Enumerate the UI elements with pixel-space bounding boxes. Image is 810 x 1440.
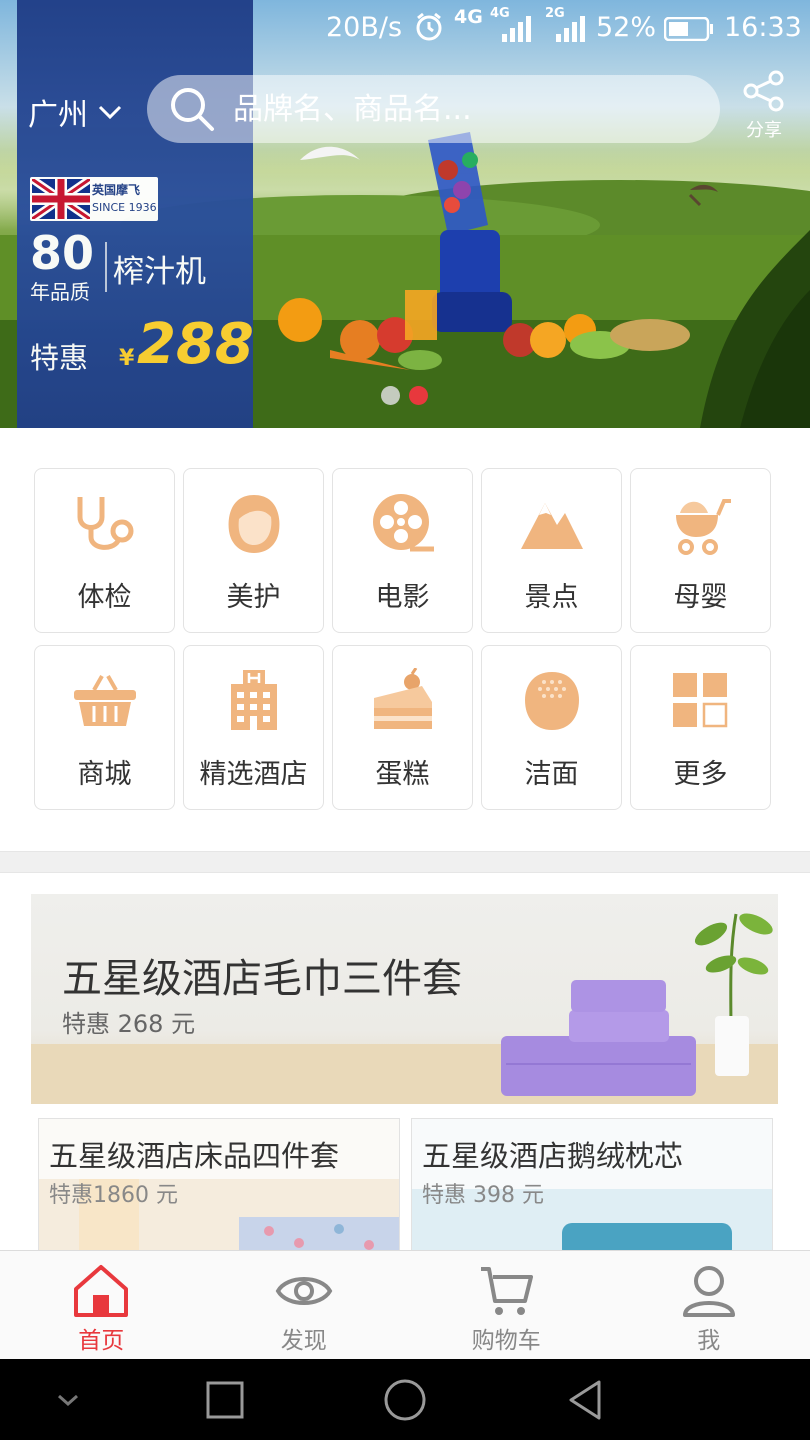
city-label: 广州 [28, 98, 88, 133]
category-jiemian[interactable]: 洁面 [481, 645, 622, 810]
category-meihu[interactable]: 美护 [183, 468, 324, 633]
category-tijian[interactable]: 体检 [34, 468, 175, 633]
uk-flag-icon [32, 179, 90, 219]
battery-icon [664, 17, 713, 41]
promo-product: 榨汁机 [113, 254, 206, 290]
category-label: 精选酒店 [199, 759, 308, 790]
promo-price-text: 特惠 268 元 [62, 1010, 196, 1038]
carousel-dots [381, 386, 428, 405]
brand-since: SINCE 1936 [92, 201, 157, 214]
tab-home[interactable]: 首页 [0, 1251, 203, 1359]
city-selector[interactable]: 广州 [28, 90, 122, 134]
promo-separator [105, 242, 107, 292]
category-dianying[interactable]: 电影 [332, 468, 473, 633]
system-nav-bar [0, 1359, 810, 1440]
share-icon [743, 70, 784, 112]
category-label: 美护 [226, 582, 281, 613]
promo-currency: ¥ [119, 346, 135, 371]
category-dangao[interactable]: 蛋糕 [332, 645, 473, 810]
chevron-down-icon [58, 1394, 78, 1406]
cake-icon [368, 666, 438, 736]
cleanser-icon [517, 666, 587, 736]
eye-icon [275, 1277, 333, 1305]
category-label: 商城 [77, 759, 132, 790]
promo-card-pillow[interactable]: 五星级酒店鹅绒枕芯 特惠 398 元 [411, 1118, 773, 1258]
years-number: 80 [30, 226, 95, 280]
chevron-down-icon [98, 105, 122, 120]
back-triangle-icon [569, 1380, 601, 1419]
category-label: 体检 [77, 582, 132, 613]
category-label: 更多 [673, 759, 728, 790]
search-input[interactable] [233, 91, 703, 127]
alarm-icon [414, 12, 444, 49]
search-icon [169, 86, 215, 132]
promo-title: 五星级酒店鹅绒枕芯 [422, 1139, 684, 1173]
tab-label: 购物车 [471, 1328, 541, 1354]
bottom-tab-bar: 首页 发现 购物车 我 [0, 1250, 810, 1359]
status-bar: 20B/s 4G 4G 2G 52% 16:33 [0, 0, 810, 56]
years-text: 年品质 [30, 280, 90, 304]
category-gengduo[interactable]: 更多 [630, 645, 771, 810]
film-reel-icon [368, 489, 438, 559]
promo-price: 288 [137, 312, 254, 377]
category-label: 洁面 [524, 759, 579, 790]
tab-discover[interactable]: 发现 [203, 1251, 406, 1359]
category-jiudian[interactable]: 精选酒店 [183, 645, 324, 810]
nav-home-button[interactable] [380, 1359, 430, 1440]
face-icon [219, 489, 289, 559]
category-grid: 体检 美护 电影 景点 母婴 商城 精选酒店 蛋糕 洁面 更多 [34, 468, 774, 810]
category-jingdian[interactable]: 景点 [481, 468, 622, 633]
promo-card-bedding[interactable]: 五星级酒店床品四件套 特惠1860 元 [38, 1118, 400, 1258]
brand-badge: 英国摩飞 SINCE 1936 [30, 177, 158, 221]
signal-icon [502, 16, 531, 42]
promo-card-towels[interactable]: 五星级酒店毛巾三件套 特惠 268 元 [31, 894, 778, 1104]
battery-percent: 52% [596, 12, 657, 43]
tab-me[interactable]: 我 [608, 1251, 810, 1359]
tab-cart[interactable]: 购物车 [405, 1251, 608, 1359]
promo-tehui: 特惠 [30, 341, 89, 375]
promo-price-text: 特惠 398 元 [422, 1183, 544, 1208]
stroller-icon [666, 489, 736, 559]
section-divider [0, 851, 810, 873]
nav-back-button[interactable] [560, 1359, 610, 1440]
category-label: 景点 [524, 582, 579, 613]
share-button[interactable]: 分享 [736, 70, 792, 142]
category-muying[interactable]: 母婴 [630, 468, 771, 633]
app-screen: 英国摩飞 SINCE 1936 80 年品质 榨汁机 特惠 ¥ 288 20B/… [0, 0, 810, 1440]
brand-name: 英国摩飞 [92, 183, 141, 197]
network-type-1: 4G [454, 6, 483, 28]
nav-recents-button[interactable] [200, 1359, 250, 1440]
stethoscope-icon [70, 489, 140, 559]
tab-label: 发现 [280, 1328, 327, 1354]
more-grid-icon [666, 666, 736, 736]
network-speed: 20B/s [326, 12, 403, 43]
basket-icon [70, 666, 140, 736]
tab-label: 我 [697, 1328, 721, 1354]
signal-icon-2 [556, 16, 585, 42]
square-icon [206, 1381, 244, 1418]
hotel-icon [219, 666, 289, 736]
carousel-dot-active[interactable] [409, 386, 428, 405]
home-icon [74, 1265, 129, 1317]
tab-label: 首页 [78, 1328, 125, 1354]
category-label: 蛋糕 [375, 759, 430, 790]
promo-title: 五星级酒店毛巾三件套 [62, 956, 462, 1002]
user-icon [682, 1266, 735, 1317]
promo-price-text: 特惠1860 元 [49, 1183, 178, 1208]
hero-banner[interactable]: 英国摩飞 SINCE 1936 80 年品质 榨汁机 特惠 ¥ 288 [0, 0, 810, 428]
category-shangcheng[interactable]: 商城 [34, 645, 175, 810]
category-label: 母婴 [673, 582, 728, 613]
share-label: 分享 [746, 120, 782, 141]
category-label: 电影 [375, 582, 430, 613]
nav-collapse-button[interactable] [48, 1359, 88, 1440]
search-bar[interactable] [147, 75, 720, 143]
mountain-icon [517, 489, 587, 559]
carousel-dot[interactable] [381, 386, 400, 405]
promo-title: 五星级酒店床品四件套 [49, 1139, 340, 1173]
clock: 16:33 [724, 12, 802, 43]
promo-panel: 英国摩飞 SINCE 1936 80 年品质 榨汁机 特惠 ¥ 288 [17, 0, 254, 428]
cart-icon [481, 1267, 534, 1315]
circle-icon [384, 1379, 426, 1420]
